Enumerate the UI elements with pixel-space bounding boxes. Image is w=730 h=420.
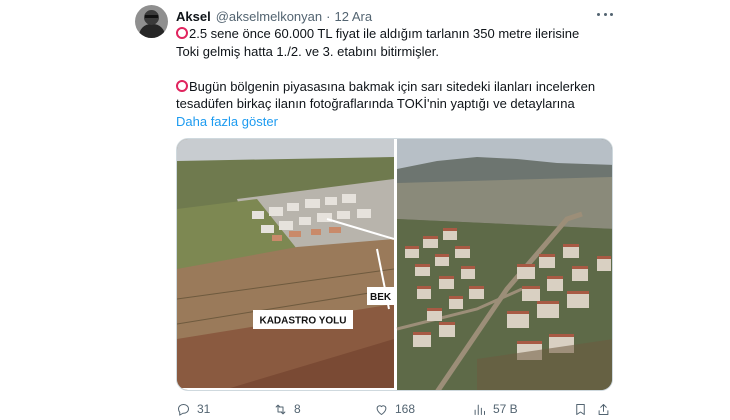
more-icon[interactable] xyxy=(597,9,613,19)
more-dot xyxy=(597,12,600,16)
tweet: Aksel @akselmelkonyan · 12 Ara 2.5 sene … xyxy=(0,0,730,420)
share-button[interactable] xyxy=(596,400,617,418)
views-icon xyxy=(474,404,485,415)
author-handle[interactable]: @akselmelkonyan xyxy=(216,9,322,24)
red-circle-icon xyxy=(176,27,188,39)
like-count: 168 xyxy=(395,402,416,416)
tweet-line: Bugün bölgenin piyasasına bakmak için sa… xyxy=(176,78,616,96)
avatar-glasses xyxy=(145,15,158,18)
like-button[interactable]: 168 xyxy=(374,400,415,418)
views-count: 57 B xyxy=(493,402,518,416)
tweet-media[interactable]: KADASTRO YOLU BEK xyxy=(176,138,613,391)
tweet-actions: 31 8 168 57 B xyxy=(176,400,616,418)
retweet-button[interactable]: 8 xyxy=(273,400,301,418)
tweet-line-4: tesadüfen birkaç ilanın fotoğraflarında … xyxy=(176,96,575,111)
views-button[interactable]: 57 B xyxy=(472,400,518,418)
header-separator: · xyxy=(326,8,331,24)
reply-count: 31 xyxy=(197,402,211,416)
bookmark-button[interactable] xyxy=(573,400,594,418)
tweet-header: Aksel @akselmelkonyan · 12 Ara xyxy=(176,7,372,25)
more-dot xyxy=(603,12,607,16)
tweet-line: Daha fazla göster xyxy=(176,113,616,131)
tweet-date[interactable]: 12 Ara xyxy=(334,9,372,24)
reply-button[interactable]: 31 xyxy=(176,400,210,418)
right-photo xyxy=(396,139,612,390)
retweet-icon xyxy=(275,404,286,414)
road-label: KADASTRO YOLU xyxy=(259,316,346,327)
photo-divider xyxy=(394,139,397,390)
bookmark-icon xyxy=(576,403,585,415)
author-name[interactable]: Aksel xyxy=(176,9,211,24)
tweet-line-1: 2.5 sene önce 60.000 TL fiyat ile aldığı… xyxy=(189,26,580,41)
avatar-body xyxy=(139,24,165,38)
show-more-link[interactable]: Daha fazla göster xyxy=(176,114,278,129)
tweet-line: Toki gelmiş hatta 1./2. ve 3. etabını bi… xyxy=(176,43,616,61)
tweet-line: 2.5 sene önce 60.000 TL fiyat ile aldığı… xyxy=(176,25,616,43)
media-image: KADASTRO YOLU BEK xyxy=(177,139,612,390)
tweet-line: tesadüfen birkaç ilanın fotoğraflarında … xyxy=(176,95,616,113)
red-circle-icon xyxy=(176,79,188,92)
avatar[interactable] xyxy=(135,5,168,38)
retweet-count: 8 xyxy=(294,402,301,416)
partial-label: BEK xyxy=(370,292,392,303)
share-icon xyxy=(598,403,609,415)
like-icon xyxy=(376,404,387,415)
tweet-line-2: Toki gelmiş hatta 1./2. ve 3. etabını bi… xyxy=(176,43,440,59)
tweet-text: 2.5 sene önce 60.000 TL fiyat ile aldığı… xyxy=(176,25,616,130)
tweet-line-3: Bugün bölgenin piyasasına bakmak için sa… xyxy=(189,78,596,94)
reply-icon xyxy=(178,403,189,416)
more-dot xyxy=(610,12,613,16)
left-photo: KADASTRO YOLU BEK xyxy=(177,139,395,390)
